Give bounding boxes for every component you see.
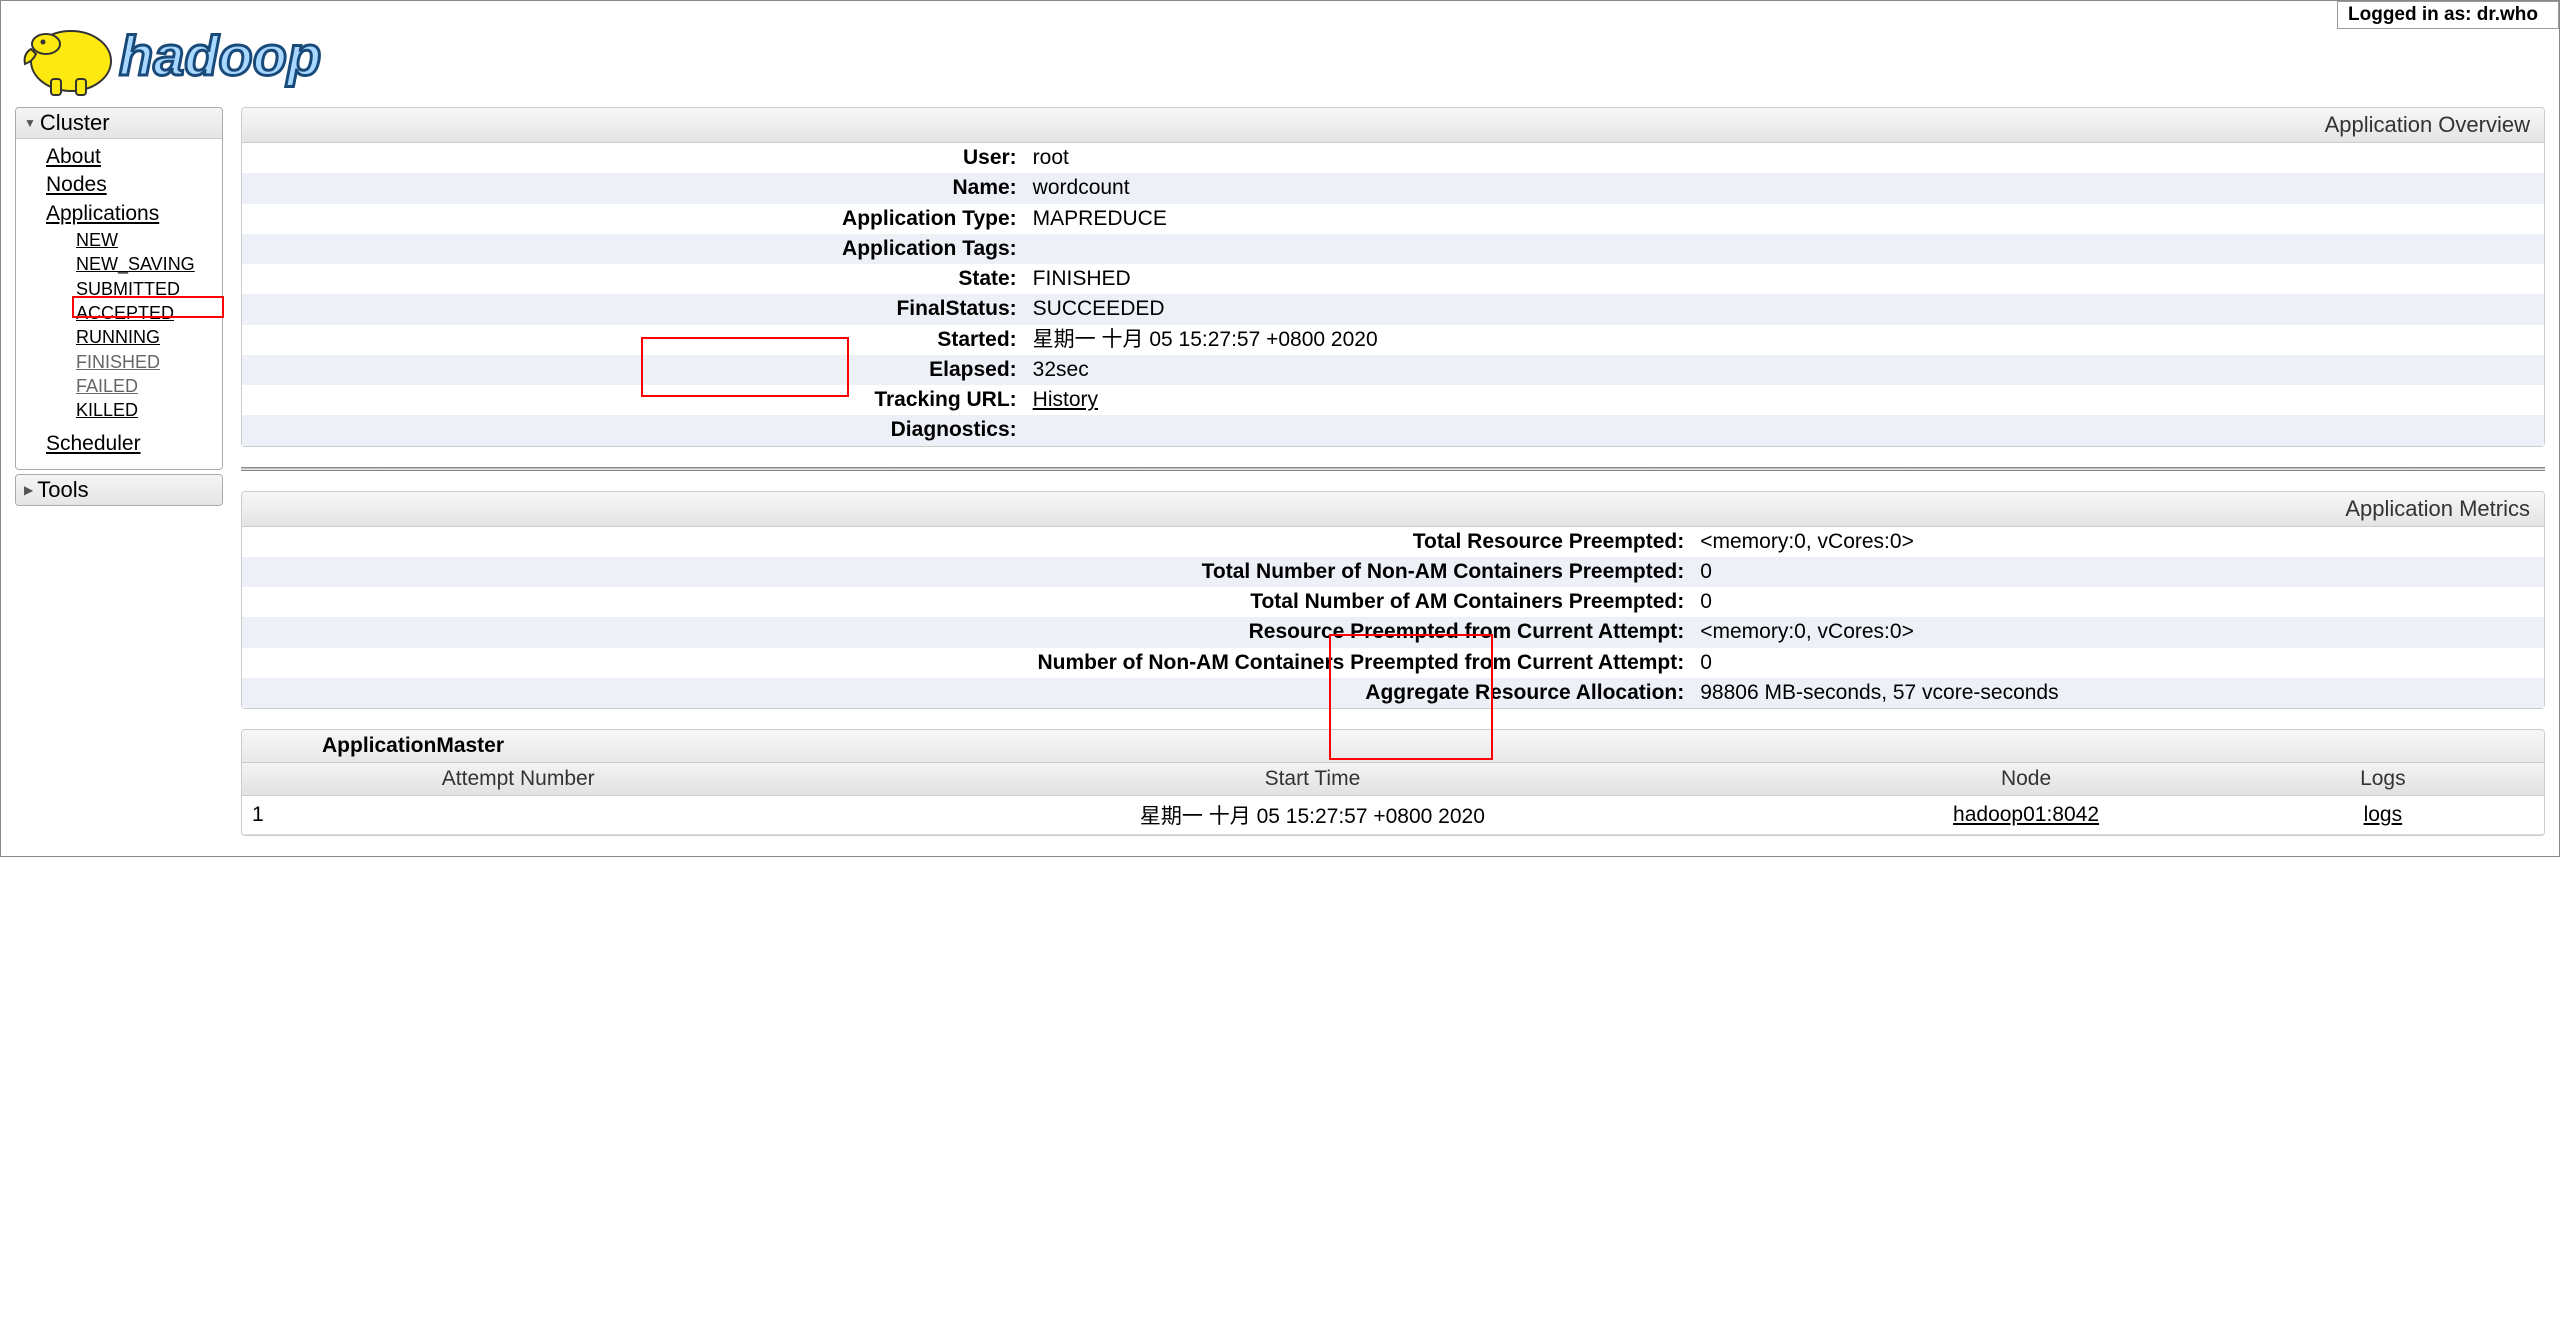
overview-label: Diagnostics: (242, 415, 1025, 445)
overview-label: Application Tags: (242, 234, 1025, 264)
metric-row: Total Number of Non-AM Containers Preemp… (242, 557, 2544, 587)
panel-application-overview: Application Overview User:rootName:wordc… (241, 107, 2545, 447)
overview-value: SUCCEEDED (1025, 294, 2544, 324)
metric-label: Total Resource Preempted: (242, 527, 1692, 557)
overview-value (1025, 415, 2544, 445)
overview-row: Name:wordcount (242, 173, 2544, 203)
overview-value: 星期一 十月 05 15:27:57 +0800 2020 (1025, 325, 2544, 355)
sidebar-link-nodes[interactable]: Nodes (46, 171, 222, 199)
panel-title-metrics: Application Metrics (242, 492, 2544, 527)
sidebar-title-tools: Tools (37, 477, 88, 503)
metric-value: 0 (1692, 648, 2544, 678)
overview-row: Application Tags: (242, 234, 2544, 264)
chevron-right-icon: ▶ (24, 483, 33, 497)
sidebar-title-cluster: Cluster (40, 110, 110, 136)
sidebar-link-state-accepted[interactable]: ACCEPTED (76, 301, 222, 325)
overview-value: MAPREDUCE (1025, 204, 2544, 234)
overview-label: Application Type: (242, 204, 1025, 234)
metric-value: 98806 MB-seconds, 57 vcore-seconds (1692, 678, 2544, 708)
metric-value: <memory:0, vCores:0> (1692, 617, 2544, 647)
main-content: Application Overview User:rootName:wordc… (241, 107, 2545, 836)
sidebar-header-cluster[interactable]: ▼ Cluster (16, 108, 222, 139)
metric-value: 0 (1692, 557, 2544, 587)
overview-value: wordcount (1025, 173, 2544, 203)
am-start-time: 星期一 十月 05 15:27:57 +0800 2020 (794, 796, 1830, 835)
chevron-down-icon: ▼ (24, 116, 36, 130)
metric-row: Total Resource Preempted:<memory:0, vCor… (242, 527, 2544, 557)
am-col-start[interactable]: Start Time (794, 763, 1830, 796)
overview-label: Name: (242, 173, 1025, 203)
overview-row: Elapsed:32sec (242, 355, 2544, 385)
overview-row: State:FINISHED (242, 264, 2544, 294)
metric-label: Number of Non-AM Containers Preempted fr… (242, 648, 1692, 678)
am-logs-link[interactable]: logs (2364, 803, 2403, 826)
overview-row: FinalStatus:SUCCEEDED (242, 294, 2544, 324)
application-master-table: ApplicationMaster Attempt Number Start T… (241, 729, 2545, 836)
metric-row: Resource Preempted from Current Attempt:… (242, 617, 2544, 647)
sidebar-section-tools: ▶ Tools (15, 474, 223, 506)
panel-title-overview: Application Overview (242, 108, 2544, 143)
am-table-title: ApplicationMaster (242, 730, 2544, 763)
overview-label: Tracking URL: (242, 385, 1025, 415)
overview-row: Started:星期一 十月 05 15:27:57 +0800 2020 (242, 325, 2544, 355)
metrics-rows: Total Resource Preempted:<memory:0, vCor… (242, 527, 2544, 709)
overview-rows: User:rootName:wordcountApplication Type:… (242, 143, 2544, 446)
overview-row: User:root (242, 143, 2544, 173)
overview-value: History (1025, 385, 2544, 415)
am-attempt-number: 1 (242, 796, 794, 835)
sidebar-link-state-failed[interactable]: FAILED (76, 374, 222, 398)
metric-label: Total Number of AM Containers Preempted: (242, 587, 1692, 617)
hadoop-logo: hadoop (15, 1, 2545, 107)
metric-label: Aggregate Resource Allocation: (242, 678, 1692, 708)
am-row: 1 星期一 十月 05 15:27:57 +0800 2020 hadoop01… (242, 796, 2544, 835)
panel-application-metrics: Application Metrics Total Resource Preem… (241, 491, 2545, 710)
overview-value (1025, 234, 2544, 264)
overview-value: root (1025, 143, 2544, 173)
overview-value: FINISHED (1025, 264, 2544, 294)
metric-row: Aggregate Resource Allocation:98806 MB-s… (242, 678, 2544, 708)
am-col-node[interactable]: Node (1830, 763, 2221, 796)
metric-label: Resource Preempted from Current Attempt: (242, 617, 1692, 647)
svg-text:hadoop: hadoop (119, 24, 321, 87)
sidebar-link-state-new-saving[interactable]: NEW_SAVING (76, 252, 222, 276)
sidebar: ▼ Cluster About Nodes Applications NEW N… (15, 107, 223, 836)
metric-row: Total Number of AM Containers Preempted:… (242, 587, 2544, 617)
sidebar-header-tools[interactable]: ▶ Tools (16, 475, 222, 505)
overview-label: Elapsed: (242, 355, 1025, 385)
sidebar-link-applications[interactable]: Applications (46, 200, 222, 228)
sidebar-link-state-killed[interactable]: KILLED (76, 398, 222, 422)
overview-value: 32sec (1025, 355, 2544, 385)
am-node-link[interactable]: hadoop01:8042 (1953, 803, 2099, 826)
overview-row: Diagnostics: (242, 415, 2544, 445)
metric-row: Number of Non-AM Containers Preempted fr… (242, 648, 2544, 678)
overview-row: Application Type:MAPREDUCE (242, 204, 2544, 234)
overview-label: User: (242, 143, 1025, 173)
sidebar-link-state-submitted[interactable]: SUBMITTED (76, 277, 222, 301)
sidebar-link-state-new[interactable]: NEW (76, 228, 222, 252)
divider (241, 467, 2545, 471)
sidebar-link-scheduler[interactable]: Scheduler (46, 430, 222, 458)
metric-value: <memory:0, vCores:0> (1692, 527, 2544, 557)
metric-value: 0 (1692, 587, 2544, 617)
login-status: Logged in as: dr.who (2337, 1, 2559, 29)
am-col-attempt[interactable]: Attempt Number (242, 763, 794, 796)
overview-row: Tracking URL: History (242, 385, 2544, 415)
overview-label: Started: (242, 325, 1025, 355)
overview-label: FinalStatus: (242, 294, 1025, 324)
tracking-url-link[interactable]: History (1033, 388, 1098, 411)
sidebar-link-about[interactable]: About (46, 143, 222, 171)
sidebar-link-state-running[interactable]: RUNNING (76, 325, 222, 349)
sidebar-link-state-finished[interactable]: FINISHED (76, 350, 222, 374)
am-col-logs[interactable]: Logs (2222, 763, 2544, 796)
metric-label: Total Number of Non-AM Containers Preemp… (242, 557, 1692, 587)
sidebar-section-cluster: ▼ Cluster About Nodes Applications NEW N… (15, 107, 223, 470)
overview-label: State: (242, 264, 1025, 294)
